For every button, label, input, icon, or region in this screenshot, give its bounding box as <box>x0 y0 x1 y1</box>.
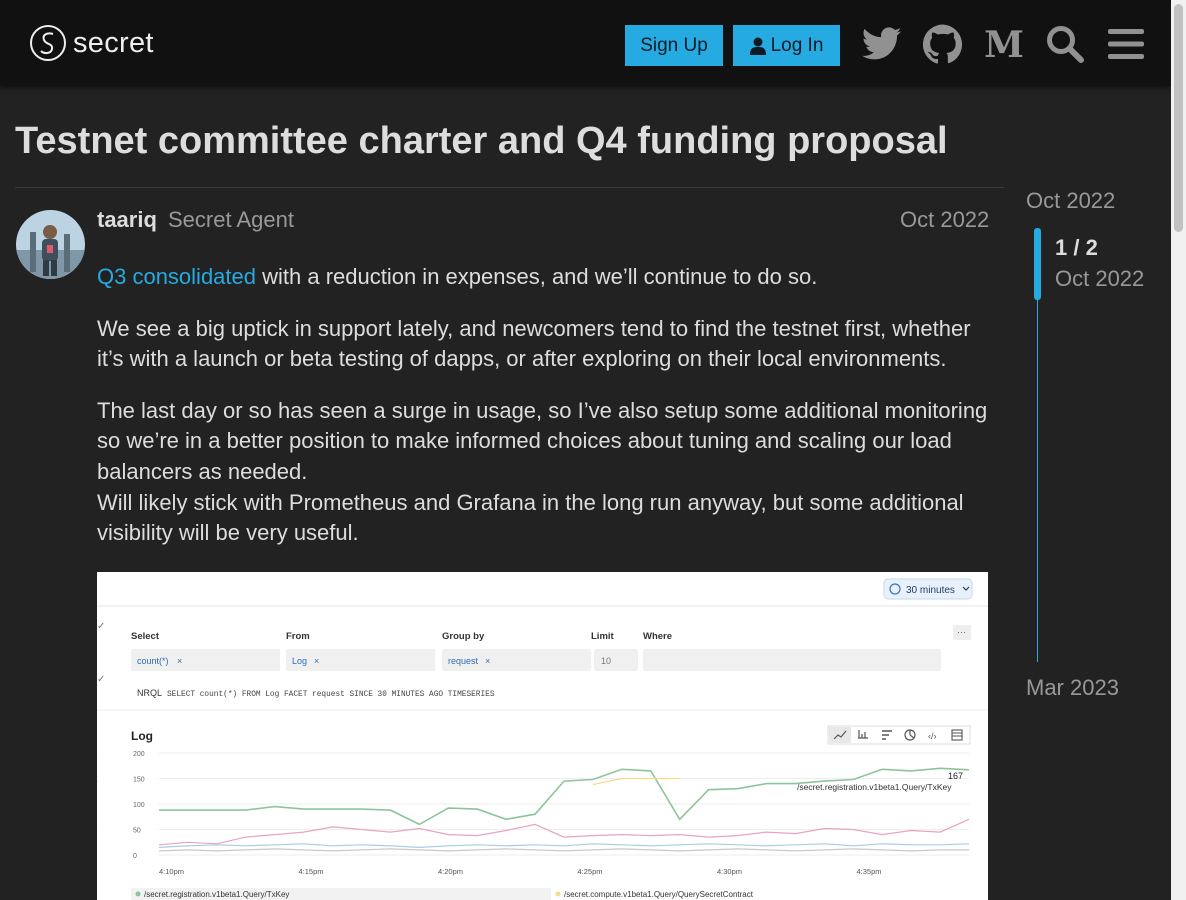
timeline-handle[interactable] <box>1034 228 1041 300</box>
y-tick-label: 0 <box>133 853 137 860</box>
post-date[interactable]: Oct 2022 <box>900 207 989 233</box>
embedded-dashboard-screenshot[interactable]: 30 minutes ✓ ✓ Select count(*) × From Lo… <box>97 572 988 900</box>
page-scrollbar[interactable] <box>1171 0 1186 900</box>
x-tick-label: 4:10pm <box>159 867 184 876</box>
q3-consolidated-link[interactable]: Q3 consolidated <box>97 264 256 289</box>
y-tick-label: 100 <box>133 802 145 809</box>
peak-value-label: 167 <box>948 771 963 781</box>
x-tick-label: 4:25pm <box>578 867 603 876</box>
x-tick-label: 4:20pm <box>438 867 463 876</box>
limit-value: 10 <box>601 656 611 666</box>
from-value: Log <box>292 656 307 666</box>
x-tick-label: 4:15pm <box>299 867 324 876</box>
post-user-title: Secret Agent <box>168 207 294 232</box>
avatar[interactable] <box>16 210 85 279</box>
timeline-post-count: 1 / 2 <box>1055 235 1098 260</box>
select-value: count(*) <box>137 656 169 666</box>
scrollbar-thumb[interactable] <box>1174 4 1183 232</box>
from-field-label: From <box>286 631 310 642</box>
select-field-label: Select <box>131 631 160 642</box>
timeline-current-date: Oct 2022 <box>1055 266 1145 291</box>
svg-text:M: M <box>984 27 1024 61</box>
post-paragraph: The last day or so has seen a surge in u… <box>97 396 989 549</box>
from-field[interactable] <box>286 649 435 671</box>
sign-up-button[interactable]: Sign Up <box>625 25 723 66</box>
x-tick-label: 4:30pm <box>717 867 742 876</box>
chart-title: Log <box>131 729 153 743</box>
user-icon <box>749 37 766 55</box>
chart-type-toolbar: ‹/› <box>827 725 971 745</box>
svg-text:✓: ✓ <box>97 674 105 685</box>
nrql-label: NRQL <box>137 688 162 698</box>
where-field[interactable] <box>643 649 941 671</box>
medium-icon[interactable]: M <box>982 22 1026 66</box>
remove-icon[interactable]: × <box>485 656 490 666</box>
code-icon[interactable]: ‹/› <box>928 731 937 741</box>
legend-item[interactable]: /secret.registration.v1beta1.Query/TxKey <box>144 890 289 899</box>
title-divider <box>15 187 1004 188</box>
post-paragraph-text: Will likely stick with Prometheus and Gr… <box>97 489 964 546</box>
time-range-label: 30 minutes <box>906 585 955 596</box>
ellipsis-icon: ··· <box>957 627 966 637</box>
log-in-label: Log In <box>770 34 824 56</box>
y-tick-label: 50 <box>133 828 141 835</box>
x-tick-label: 4:35pm <box>857 867 882 876</box>
post-paragraph: We see a big uptick in support lately, a… <box>97 315 971 372</box>
post-paragraph-text: The last day or so has seen a surge in u… <box>97 397 988 484</box>
svg-text:‹/›: ‹/› <box>928 731 937 741</box>
twitter-icon[interactable] <box>860 22 904 66</box>
log-in-button[interactable]: Log In <box>733 25 840 66</box>
post-paragraph: Q3 consolidated with a reduction in expe… <box>97 262 989 293</box>
post-username[interactable]: taariq <box>97 207 157 233</box>
site-header: secret Sign Up Log In M <box>0 0 1171 86</box>
y-tick-label: 200 <box>133 751 145 758</box>
timeline-end-date[interactable]: Mar 2023 <box>1026 675 1119 701</box>
hamburger-menu-icon[interactable] <box>1104 22 1148 66</box>
github-icon[interactable] <box>921 22 965 66</box>
site-logo[interactable]: secret <box>29 23 154 63</box>
where-field-label: Where <box>643 631 672 642</box>
groupby-value: request <box>448 656 479 666</box>
nrql-query: SELECT count(*) FROM Log FACET request S… <box>167 691 495 699</box>
topic-title[interactable]: Testnet committee charter and Q4 funding… <box>15 120 948 163</box>
post-body: Q3 consolidated with a reduction in expe… <box>97 262 989 570</box>
time-range-picker[interactable]: 30 minutes <box>883 578 973 600</box>
peak-series-label: /secret.registration.v1beta1.Query/TxKey <box>797 782 952 792</box>
post-paragraph-text: with a reduction in expenses, and we’ll … <box>256 264 818 289</box>
search-icon[interactable] <box>1043 22 1087 66</box>
groupby-field-label: Group by <box>442 631 485 642</box>
timeline-start-date[interactable]: Oct 2022 <box>1026 188 1115 214</box>
legend-item[interactable]: /secret.compute.v1beta1.Query/QuerySecre… <box>564 890 754 899</box>
logo-text: secret <box>73 26 154 59</box>
svg-text:✓: ✓ <box>97 621 105 632</box>
remove-icon[interactable]: × <box>314 656 319 666</box>
y-tick-label: 150 <box>133 777 145 784</box>
remove-icon[interactable]: × <box>177 656 182 666</box>
legend-swatch <box>555 891 561 897</box>
limit-field-label: Limit <box>591 631 615 642</box>
legend-swatch <box>135 891 141 897</box>
secret-logo-icon <box>30 25 66 61</box>
